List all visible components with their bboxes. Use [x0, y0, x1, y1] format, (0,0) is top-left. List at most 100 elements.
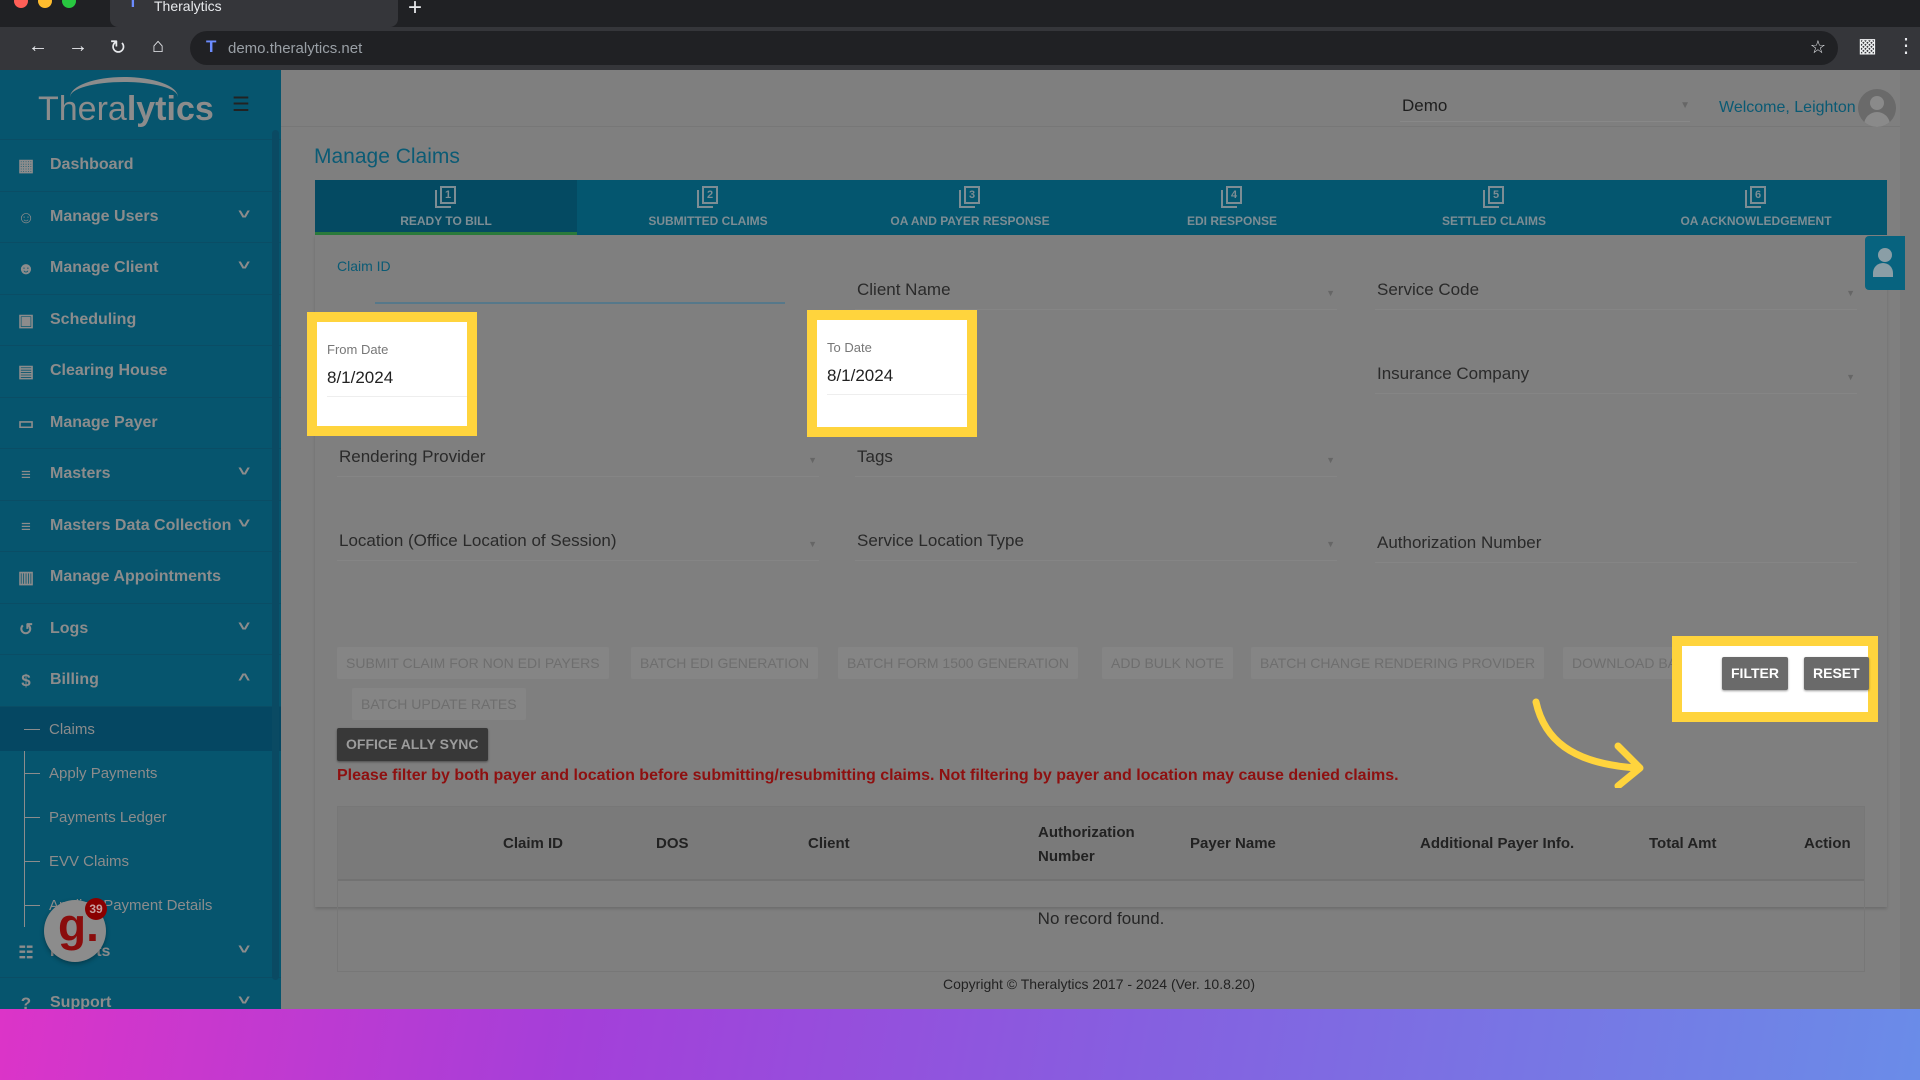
- sidebar-item-scheduling[interactable]: ▣ Scheduling: [0, 295, 281, 346]
- sidebar-item-logs[interactable]: ↺ Logs ˅: [0, 604, 281, 655]
- tree-branch: [24, 904, 40, 906]
- browser-tab-strip: T Theralytics +: [0, 0, 1920, 27]
- sidebar-item-label: Scheduling: [50, 310, 137, 328]
- location-select[interactable]: Location (Office Location of Session) ▼: [337, 511, 819, 561]
- sidebar-subitem-applied-payment-details[interactable]: Applied Payment Details: [0, 883, 281, 927]
- sidebar-item-manage-client[interactable]: ☻ Manage Client ˅: [0, 243, 281, 295]
- col-payer-name[interactable]: Payer Name: [1190, 835, 1276, 852]
- numbered-pages-icon: 2: [697, 186, 719, 208]
- new-tab-button[interactable]: +: [408, 0, 422, 22]
- organization-select-value: Demo: [1402, 96, 1448, 115]
- authorization-number-label: Authorization Number: [1377, 533, 1542, 552]
- sidebar-collapse-icon[interactable]: ☰: [232, 92, 254, 116]
- rendering-provider-label: Rendering Provider: [339, 447, 486, 466]
- tab-settled-claims[interactable]: 5 SETTLED CLAIMS: [1363, 180, 1625, 235]
- tab-edi-response[interactable]: 4 EDI RESPONSE: [1101, 180, 1363, 235]
- tree-branch: [24, 816, 40, 818]
- sidebar-item-label: Manage Client: [50, 259, 159, 276]
- sidebar-item-masters-data-collection[interactable]: ≡ Masters Data Collection ˅: [0, 501, 281, 552]
- col-total-amt[interactable]: Total Amt: [1649, 835, 1717, 852]
- filter-button[interactable]: FILTER: [1722, 657, 1788, 690]
- authorization-number-input[interactable]: Authorization Number: [1375, 513, 1857, 563]
- user-avatar[interactable]: [1858, 89, 1896, 127]
- from-date-field[interactable]: From Date 8/1/2024: [307, 312, 477, 436]
- url-text[interactable]: demo.theralytics.net: [228, 40, 362, 57]
- batch-form-1500-button[interactable]: BATCH FORM 1500 GENERATION: [838, 647, 1078, 679]
- sidebar-item-dashboard[interactable]: ▦ Dashboard: [0, 140, 281, 192]
- contact-support-float-button[interactable]: [1865, 236, 1905, 290]
- sidebar-subitem-claims[interactable]: Claims: [0, 706, 281, 751]
- reset-button[interactable]: RESET: [1804, 657, 1869, 690]
- sidebar-item-masters[interactable]: ≡ Masters ˅: [0, 449, 281, 501]
- batch-edi-generation-button[interactable]: BATCH EDI GENERATION: [631, 647, 819, 679]
- dropdown-caret-icon: ▼: [1680, 100, 1690, 111]
- sidebar-subitem-evv-claims[interactable]: EVV Claims: [0, 839, 281, 883]
- sidebar-item-reports[interactable]: ☷Reports˅: [0, 927, 281, 978]
- to-date-label: To Date: [827, 340, 872, 355]
- minimize-window-button[interactable]: [38, 0, 52, 8]
- sidebar-item-manage-payer[interactable]: ▭ Manage Payer: [0, 398, 281, 449]
- tab-oa-and-payer-response[interactable]: 3 OA AND PAYER RESPONSE: [839, 180, 1101, 235]
- claims-table: Claim ID DOS Client Authorization Number …: [337, 806, 1865, 972]
- extensions-puzzle-icon[interactable]: ▩: [1858, 33, 1877, 58]
- col-client[interactable]: Client: [808, 835, 850, 852]
- forward-icon[interactable]: →: [64, 35, 92, 58]
- chevron-up-icon[interactable]: ˄: [238, 669, 250, 685]
- batch-update-rates-button[interactable]: BATCH UPDATE RATES: [352, 688, 526, 720]
- site-favicon-icon: T: [206, 37, 217, 56]
- chevron-down-icon[interactable]: ˅: [238, 206, 250, 222]
- address-bar[interactable]: T demo.theralytics.net ☆: [190, 31, 1838, 65]
- sidebar-item-manage-users[interactable]: ☺ Manage Users ˅: [0, 192, 281, 243]
- batch-change-rendering-provider-button[interactable]: BATCH CHANGE RENDERING PROVIDER: [1251, 647, 1545, 679]
- back-icon[interactable]: ←: [24, 35, 52, 58]
- col-claim-id[interactable]: Claim ID: [503, 835, 563, 852]
- tags-label: Tags: [857, 447, 893, 466]
- office-ally-sync-button[interactable]: OFFICE ALLY SYNC: [337, 728, 488, 761]
- insurance-company-select[interactable]: Insurance Company ▼: [1375, 344, 1857, 394]
- service-location-type-select[interactable]: Service Location Type ▼: [855, 511, 1337, 561]
- welcome-user-link[interactable]: Welcome, Leighton: [1719, 99, 1856, 117]
- sidebar-item-support[interactable]: ? Support ˅: [0, 978, 281, 1009]
- reload-icon[interactable]: ↻: [104, 35, 132, 60]
- sidebar-subitem-payments-ledger[interactable]: Payments Ledger: [0, 795, 281, 839]
- home-icon[interactable]: ⌂: [144, 35, 172, 58]
- claim-id-input[interactable]: [375, 302, 785, 304]
- chevron-down-icon[interactable]: ˅: [238, 257, 250, 273]
- chevron-down-icon[interactable]: ˅: [238, 515, 250, 531]
- submit-non-edi-button[interactable]: SUBMIT CLAIM FOR NON EDI PAYERS: [337, 647, 609, 679]
- chevron-down-icon[interactable]: ˅: [238, 992, 250, 1008]
- chevron-down-icon[interactable]: ˅: [238, 463, 250, 479]
- col-dos[interactable]: DOS: [656, 835, 689, 852]
- chevron-down-icon[interactable]: ˅: [238, 618, 250, 634]
- maximize-window-button[interactable]: [62, 0, 76, 8]
- numbered-pages-icon: 1: [435, 186, 457, 208]
- assistant-widget-button[interactable]: g. 39: [44, 898, 107, 962]
- tab-ready-to-bill[interactable]: 1 READY TO BILL: [315, 180, 577, 235]
- tab-oa-acknowledgement[interactable]: 6 OA ACKNOWLEDGEMENT: [1625, 180, 1887, 235]
- dropdown-caret-icon: ▼: [808, 539, 817, 549]
- bookmark-star-icon[interactable]: ☆: [1810, 37, 1826, 58]
- sidebar-item-clearing-house[interactable]: ▤ Clearing House: [0, 346, 281, 398]
- browser-tab[interactable]: T Theralytics: [110, 0, 398, 27]
- database-icon: ≡: [21, 465, 31, 484]
- service-code-select[interactable]: Service Code ▼: [1375, 260, 1857, 310]
- organization-select[interactable]: Demo ▼: [1400, 82, 1690, 122]
- sidebar-item-manage-appointments[interactable]: ▥ Manage Appointments: [0, 552, 281, 604]
- col-authorization-number[interactable]: Authorization Number: [1038, 821, 1135, 869]
- chevron-down-icon[interactable]: ˅: [238, 941, 250, 957]
- browser-menu-icon[interactable]: ⋮: [1896, 33, 1916, 58]
- close-window-button[interactable]: [14, 0, 28, 8]
- sidebar-item-billing[interactable]: $ Billing ˄: [0, 655, 281, 707]
- sidebar-subitem-apply-payments[interactable]: Apply Payments: [0, 751, 281, 795]
- client-name-select[interactable]: Client Name ▼: [855, 260, 1337, 310]
- to-date-underline: [827, 394, 967, 395]
- tutorial-arrow-icon: [1532, 698, 1644, 788]
- sidebar-scrollbar[interactable]: [272, 130, 279, 980]
- add-bulk-note-button[interactable]: ADD BULK NOTE: [1102, 647, 1233, 679]
- page-scrollbar[interactable]: [1900, 70, 1920, 1009]
- app-window: Theralytics ☰ ▦ Dashboard ☺ Manage Users ˅ ☻ M…: [0, 70, 1920, 1009]
- tree-branch: [24, 728, 40, 730]
- col-additional-payer-info[interactable]: Additional Payer Info.: [1420, 835, 1574, 852]
- tab-submitted-claims[interactable]: 2 SUBMITTED CLAIMS: [577, 180, 839, 235]
- to-date-field[interactable]: To Date 8/1/2024: [807, 310, 977, 437]
